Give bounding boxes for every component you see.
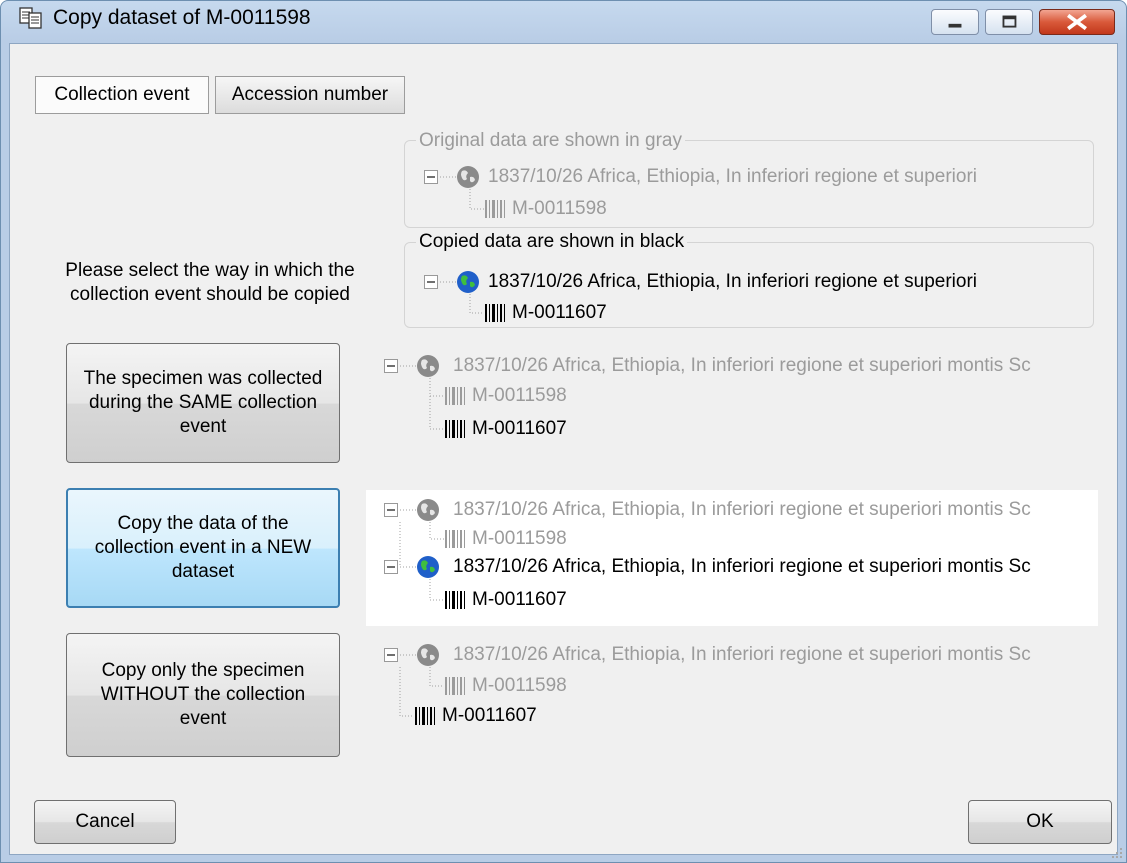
- collapse-minus-icon[interactable]: [424, 275, 438, 289]
- barcode-icon: [485, 304, 505, 322]
- barcode-icon: [445, 530, 465, 548]
- globe-icon: [417, 556, 439, 578]
- new-dataset-button[interactable]: Copy the data of the collection event in…: [66, 488, 340, 608]
- minimize-button[interactable]: [931, 9, 979, 35]
- collapse-minus-icon[interactable]: [384, 359, 398, 373]
- selection-prompt: Please select the way in which the colle…: [65, 260, 355, 305]
- collapse-minus-icon[interactable]: [424, 170, 438, 184]
- copied-event-node: 1837/10/26 Africa, Ethiopia, In inferior…: [488, 271, 978, 292]
- option3-original-specimen-node: M-0011598: [472, 675, 567, 696]
- maximize-icon: [1002, 15, 1017, 28]
- copied-data-group-label: Copied data are shown in black: [416, 231, 688, 253]
- maximize-button[interactable]: [985, 9, 1033, 35]
- globe-icon: [417, 644, 439, 666]
- close-icon: [1067, 13, 1087, 31]
- globe-icon: [417, 355, 439, 377]
- option2-original-specimen-node: M-0011598: [472, 528, 567, 549]
- option2-event-node: 1837/10/26 Africa, Ethiopia, In inferior…: [453, 499, 1031, 520]
- barcode-icon: [415, 707, 435, 725]
- tab-collection-event[interactable]: Collection event: [35, 76, 209, 114]
- collapse-minus-icon[interactable]: [384, 503, 398, 517]
- original-event-node: 1837/10/26 Africa, Ethiopia, In inferior…: [488, 166, 978, 187]
- close-button[interactable]: [1039, 9, 1115, 35]
- globe-icon: [457, 271, 479, 293]
- globe-icon: [457, 166, 479, 188]
- option1-copied-specimen-node: M-0011607: [472, 418, 567, 439]
- copy-dataset-icon: [19, 7, 42, 29]
- option2-copied-specimen-node: M-0011607: [472, 589, 567, 610]
- barcode-icon: [445, 387, 465, 405]
- barcode-icon: [485, 200, 505, 218]
- tab-accession-number[interactable]: Accession number: [215, 76, 405, 114]
- globe-icon: [417, 499, 439, 521]
- copied-specimen-node: M-0011607: [512, 302, 607, 323]
- collapse-minus-icon[interactable]: [384, 648, 398, 662]
- same-collection-event-button[interactable]: The specimen was collected during the SA…: [66, 343, 340, 463]
- minimize-icon: [948, 23, 962, 28]
- ok-button[interactable]: OK: [968, 800, 1112, 844]
- barcode-icon: [445, 677, 465, 695]
- collapse-minus-icon[interactable]: [384, 560, 398, 574]
- option3-copied-specimen-node: M-0011607: [442, 705, 537, 726]
- option2-copied-event-node: 1837/10/26 Africa, Ethiopia, In inferior…: [453, 556, 1031, 577]
- barcode-icon: [445, 420, 465, 438]
- resize-grip-icon[interactable]: [1109, 845, 1123, 859]
- specimen-only-button[interactable]: Copy only the specimen WITHOUT the colle…: [66, 633, 340, 757]
- cancel-button[interactable]: Cancel: [34, 800, 176, 844]
- option3-event-node: 1837/10/26 Africa, Ethiopia, In inferior…: [453, 644, 1031, 665]
- barcode-icon: [445, 591, 465, 609]
- original-data-group-label: Original data are shown in gray: [416, 130, 685, 152]
- option1-event-node: 1837/10/26 Africa, Ethiopia, In inferior…: [453, 355, 1031, 376]
- original-specimen-node: M-0011598: [512, 198, 607, 219]
- title-bar[interactable]: Copy dataset of M-0011598: [1, 1, 1126, 35]
- window-title: Copy dataset of M-0011598: [53, 6, 311, 29]
- option1-original-specimen-node: M-0011598: [472, 385, 567, 406]
